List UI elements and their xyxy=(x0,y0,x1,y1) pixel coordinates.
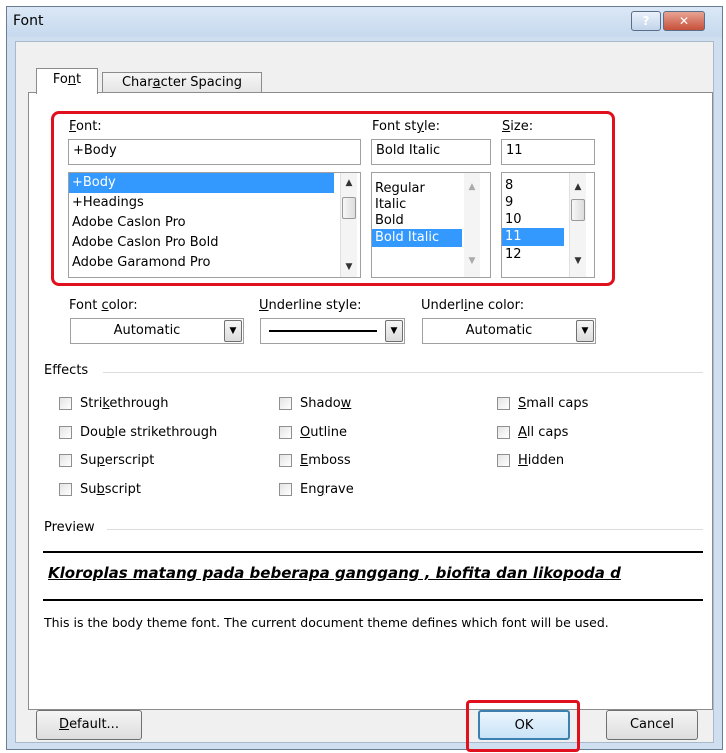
checkbox-double-strikethrough[interactable]: Double strikethrough xyxy=(59,422,217,442)
checkbox-box[interactable] xyxy=(497,425,510,439)
checkbox-label: Emboss xyxy=(300,452,351,468)
checkbox-small-caps[interactable]: Small caps xyxy=(497,393,588,413)
checkbox-label: Engrave xyxy=(300,481,354,497)
cancel-button[interactable]: Cancel xyxy=(606,710,698,740)
help-button[interactable]: ? xyxy=(631,11,661,31)
font-style-label: Font style: xyxy=(372,119,441,134)
chevron-down-icon[interactable]: ▼ xyxy=(576,320,594,342)
scroll-up-icon[interactable]: ▲ xyxy=(464,179,480,195)
scroll-down-icon[interactable]: ▼ xyxy=(464,253,480,269)
underline-style-select[interactable]: ▼ xyxy=(260,318,405,344)
chevron-down-icon[interactable]: ▼ xyxy=(224,320,242,342)
list-item[interactable]: +Headings xyxy=(69,193,360,213)
font-style-scrollbar[interactable]: ▲ ▼ xyxy=(464,173,480,277)
checkbox-box[interactable] xyxy=(59,425,72,439)
checkbox-box[interactable] xyxy=(279,482,292,496)
list-item[interactable]: Adobe Garamond Pro xyxy=(69,253,360,273)
list-item[interactable]: Adobe Caslon Pro xyxy=(69,213,360,233)
font-color-label: Font color: xyxy=(69,298,138,313)
font-list-scrollbar[interactable]: ▲ ▼ xyxy=(340,173,357,277)
preview-divider xyxy=(107,529,703,530)
checkbox-box[interactable] xyxy=(279,453,292,467)
font-label: Font: xyxy=(69,119,102,134)
close-button[interactable]: ✕ xyxy=(663,11,705,31)
scroll-up-icon[interactable]: ▲ xyxy=(341,175,357,191)
list-item[interactable]: 11 xyxy=(502,228,564,246)
checkbox-label: Subscript xyxy=(80,481,141,497)
underline-line-sample xyxy=(269,330,377,332)
font-input[interactable]: +Body xyxy=(68,139,361,165)
checkbox-label: All caps xyxy=(518,424,569,440)
checkbox-box[interactable] xyxy=(497,396,510,410)
scroll-down-icon[interactable]: ▼ xyxy=(341,259,357,275)
scroll-down-icon[interactable]: ▼ xyxy=(570,253,586,269)
tab-font[interactable]: Font xyxy=(36,68,98,94)
title-bar: Font ? ✕ xyxy=(7,7,722,37)
checkbox-box[interactable] xyxy=(279,425,292,439)
list-item[interactable]: Adobe Caslon Pro Bold xyxy=(69,233,360,253)
dialog-client: Font Character Spacing Font: +Body +Body… xyxy=(15,41,714,752)
checkbox-box[interactable] xyxy=(59,453,72,467)
checkbox-engrave[interactable]: Engrave xyxy=(279,479,354,499)
preview-box: Kloroplas matang pada beberapa ganggang … xyxy=(43,551,703,601)
scroll-up-icon[interactable]: ▲ xyxy=(570,179,586,195)
checkbox-label: Superscript xyxy=(80,452,155,468)
checkbox-label: Small caps xyxy=(518,395,589,411)
checkbox-label: Double strikethrough xyxy=(80,424,218,440)
dialog-title: Font xyxy=(13,13,44,29)
preview-heading: Preview xyxy=(44,520,95,535)
font-style-input[interactable]: Bold Italic xyxy=(371,139,491,165)
size-list-scrollbar[interactable]: ▲ ▼ xyxy=(569,173,586,277)
underline-color-select[interactable]: Automatic ▼ xyxy=(422,318,596,344)
font-list[interactable]: +Body +Headings Adobe Caslon Pro Adobe C… xyxy=(68,172,361,278)
checkbox-label: Shadow xyxy=(300,395,352,411)
preview-description: This is the body theme font. The current… xyxy=(44,615,609,630)
list-item[interactable]: Bold Italic xyxy=(372,229,462,247)
checkbox-superscript[interactable]: Superscript xyxy=(59,450,154,470)
list-item[interactable]: +Body xyxy=(69,173,334,193)
chevron-down-icon[interactable]: ▼ xyxy=(385,320,403,342)
font-tab-panel: Font: +Body +Body +Headings Adobe Caslon… xyxy=(28,92,713,710)
effects-heading: Effects xyxy=(44,363,89,378)
scroll-thumb[interactable] xyxy=(342,197,356,219)
underline-color-label: Underline color: xyxy=(421,298,525,313)
size-input[interactable]: 11 xyxy=(501,139,595,165)
checkbox-label: Outline xyxy=(300,424,348,440)
underline-style-label: Underline style: xyxy=(259,298,362,313)
font-dialog: Font ? ✕ Font Character Spacing Font: +B… xyxy=(6,6,723,752)
ok-button[interactable]: OK xyxy=(478,710,570,740)
checkbox-hidden[interactable]: Hidden xyxy=(497,450,564,470)
size-list[interactable]: 8 9 10 11 12 ▲ ▼ xyxy=(501,172,595,278)
underline-color-value: Automatic xyxy=(465,323,533,338)
checkbox-box[interactable] xyxy=(59,482,72,496)
effects-divider xyxy=(103,372,703,373)
checkbox-box[interactable] xyxy=(497,453,510,467)
checkbox-subscript[interactable]: Subscript xyxy=(59,479,141,499)
checkbox-emboss[interactable]: Emboss xyxy=(279,450,351,470)
font-style-list[interactable]: Regular Italic Bold Bold Italic ▲ ▼ xyxy=(371,172,491,278)
size-label: Size: xyxy=(502,119,534,134)
font-color-value: Automatic xyxy=(113,323,181,338)
checkbox-label: Hidden xyxy=(518,452,565,468)
tab-character-spacing[interactable]: Character Spacing xyxy=(102,72,262,93)
checkbox-label: Strikethrough xyxy=(80,395,169,411)
checkbox-all-caps[interactable]: All caps xyxy=(497,422,568,442)
checkbox-shadow[interactable]: Shadow xyxy=(279,393,351,413)
preview-sample-text: Kloroplas matang pada beberapa ganggang … xyxy=(48,564,621,582)
checkbox-strikethrough[interactable]: Strikethrough xyxy=(59,393,168,413)
default-button[interactable]: Default... xyxy=(36,710,142,740)
checkbox-box[interactable] xyxy=(59,396,72,410)
checkbox-outline[interactable]: Outline xyxy=(279,422,347,442)
font-color-select[interactable]: Automatic ▼ xyxy=(70,318,244,344)
scroll-thumb[interactable] xyxy=(571,199,585,221)
checkbox-box[interactable] xyxy=(279,396,292,410)
